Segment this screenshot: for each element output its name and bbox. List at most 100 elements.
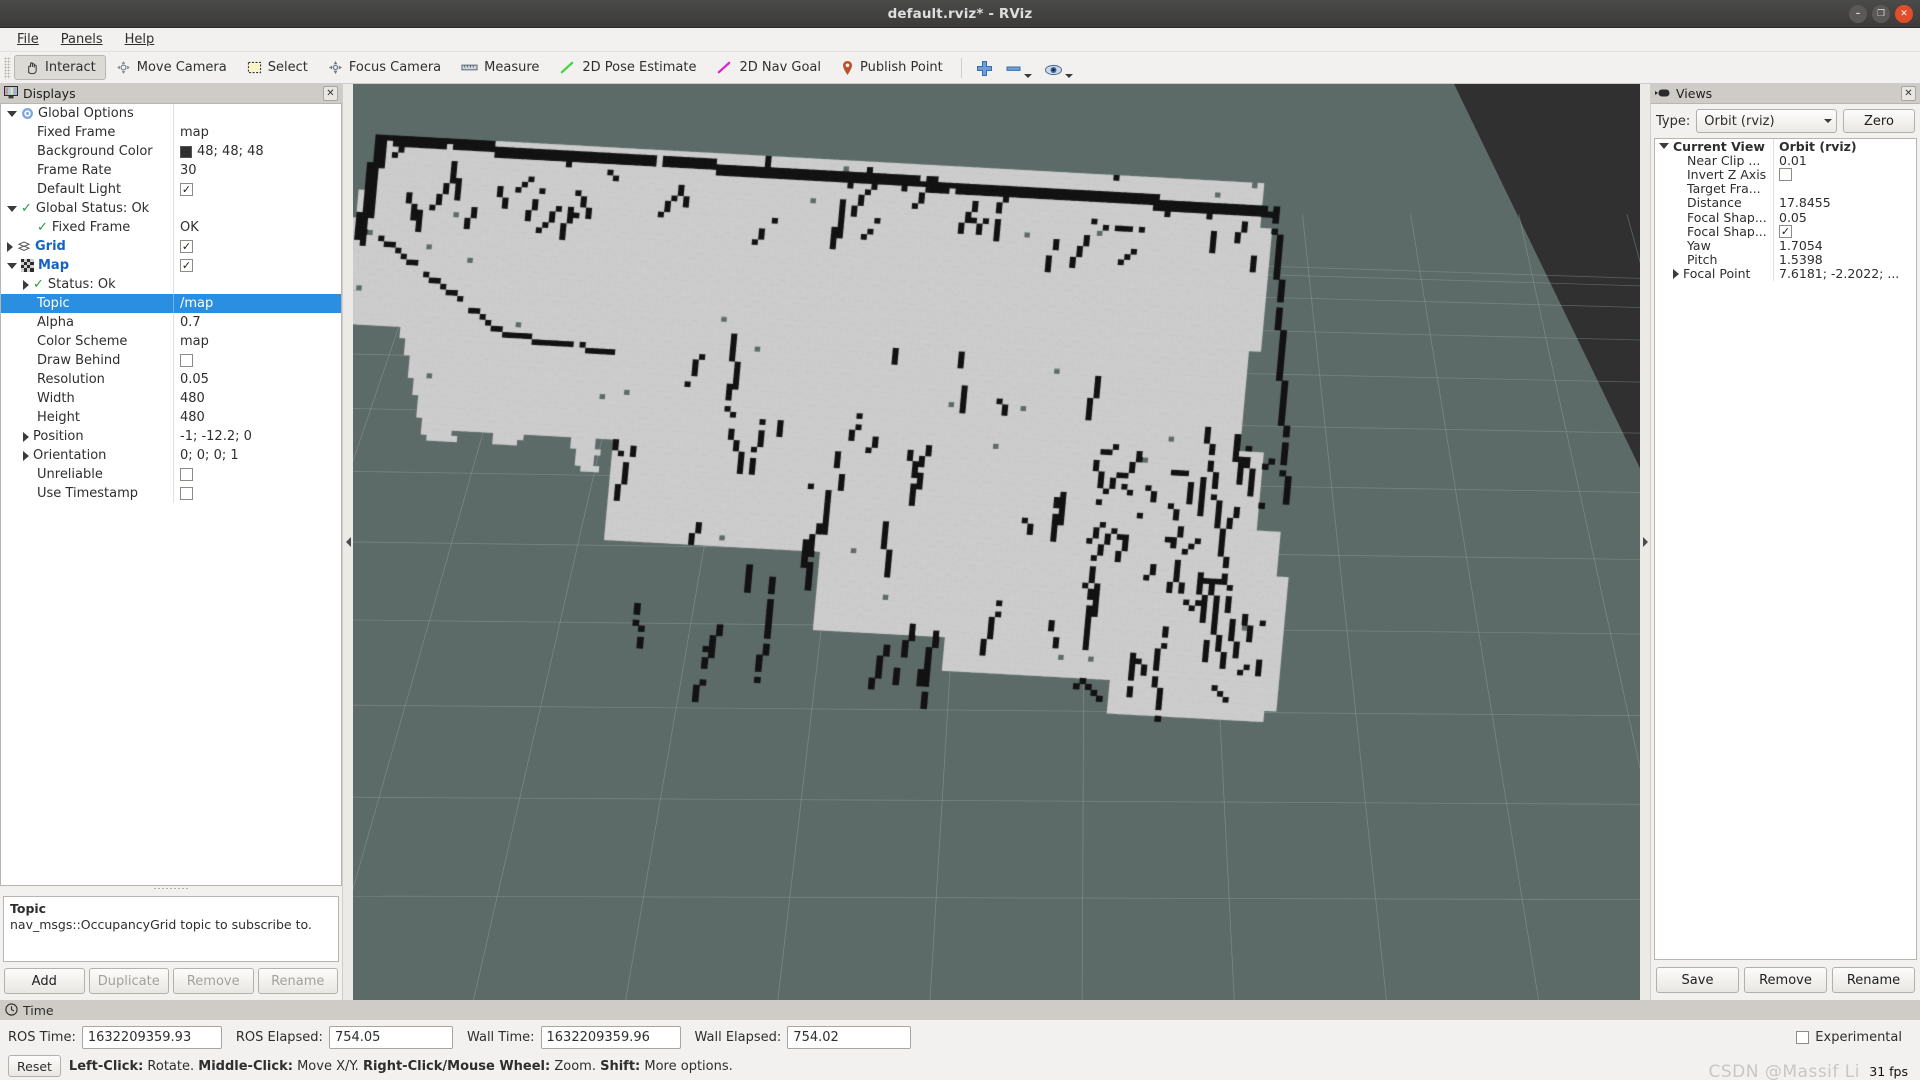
ros-elapsed-input[interactable]: 754.05 [329, 1026, 453, 1049]
zero-button[interactable]: Zero [1843, 109, 1915, 133]
maximize-button[interactable]: ❐ [1872, 5, 1890, 23]
display-row-global-status-ok[interactable]: ✓Global Status: Ok [1, 199, 341, 218]
row-checkbox[interactable] [1779, 168, 1792, 181]
row-value-cell[interactable]: 480 [173, 389, 341, 408]
view-row-focal-point[interactable]: Focal Point7.6181; -2.2022; ... [1655, 267, 1916, 281]
row-value-cell[interactable]: map [173, 123, 341, 142]
display-row-draw-behind[interactable]: Draw Behind [1, 351, 341, 370]
row-value-cell[interactable]: 0.05 [1773, 210, 1916, 224]
row-value-cell[interactable]: 1.5398 [1773, 253, 1916, 267]
view-row-near-clip[interactable]: Near Clip ...0.01 [1655, 153, 1916, 167]
menu-help[interactable]: Help [116, 30, 164, 49]
display-row-fixed-frame[interactable]: Fixed Framemap [1, 123, 341, 142]
collapse-arrow-icon[interactable] [7, 242, 13, 252]
tool-focus-camera[interactable]: Focus Camera [318, 55, 451, 80]
display-row-height[interactable]: Height480 [1, 408, 341, 427]
display-row-unreliable[interactable]: Unreliable [1, 465, 341, 484]
row-value-cell[interactable]: -1; -12.2; 0 [173, 427, 341, 446]
ros-time-input[interactable]: 1632209359.93 [82, 1026, 222, 1049]
row-value-cell[interactable]: 0.7 [173, 313, 341, 332]
row-value-cell[interactable] [173, 104, 341, 123]
row-value-cell[interactable] [1773, 167, 1916, 181]
row-value-cell[interactable] [173, 484, 341, 503]
close-button[interactable]: ✕ [1895, 5, 1913, 23]
row-value-cell[interactable]: OK [173, 218, 341, 237]
minimize-button[interactable]: – [1849, 5, 1867, 23]
display-row-position[interactable]: Position-1; -12.2; 0 [1, 427, 341, 446]
view-row-yaw[interactable]: Yaw1.7054 [1655, 238, 1916, 252]
display-row-resolution[interactable]: Resolution0.05 [1, 370, 341, 389]
displays-splitter[interactable] [0, 886, 342, 891]
displays-panel-close-icon[interactable]: ✕ [323, 86, 338, 101]
display-row-default-light[interactable]: Default Light✓ [1, 180, 341, 199]
row-value-cell[interactable]: 17.8455 [1773, 196, 1916, 210]
tool-move-camera[interactable]: Move Camera [106, 55, 237, 80]
save-view-button[interactable]: Save [1656, 967, 1739, 993]
display-row-color-scheme[interactable]: Color Schememap [1, 332, 341, 351]
display-row-global-options[interactable]: Global Options [1, 104, 341, 123]
view-type-select[interactable]: Orbit (rviz) [1696, 109, 1837, 133]
row-value-cell[interactable] [173, 199, 341, 218]
row-checkbox[interactable] [180, 487, 193, 500]
tool-measure[interactable]: Measure [451, 55, 549, 80]
row-value-cell[interactable]: 7.6181; -2.2022; ... [1773, 267, 1916, 281]
toolbar-grip[interactable] [4, 57, 11, 79]
collapse-arrow-icon[interactable] [23, 280, 29, 290]
collapse-arrow-icon[interactable] [23, 451, 29, 461]
row-value-cell[interactable]: 0.01 [1773, 153, 1916, 167]
right-collapse-handle[interactable] [1640, 84, 1650, 1000]
row-value-cell[interactable]: 1.7054 [1773, 238, 1916, 252]
row-checkbox[interactable]: ✓ [180, 240, 193, 253]
display-row-frame-rate[interactable]: Frame Rate30 [1, 161, 341, 180]
row-value-cell[interactable] [173, 465, 341, 484]
display-row-width[interactable]: Width480 [1, 389, 341, 408]
row-value-cell[interactable]: Orbit (rviz) [1773, 139, 1916, 153]
remove-view-button[interactable]: Remove [1744, 967, 1827, 993]
row-value-cell[interactable]: ✓ [1773, 224, 1916, 238]
menu-file[interactable]: File [8, 30, 48, 49]
display-row-alpha[interactable]: Alpha0.7 [1, 313, 341, 332]
left-collapse-handle[interactable] [343, 84, 353, 1000]
views-panel-close-icon[interactable]: ✕ [1901, 86, 1916, 101]
row-value-cell[interactable] [173, 275, 341, 294]
view-row-invert-z-axis[interactable]: Invert Z Axis [1655, 167, 1916, 181]
display-row-orientation[interactable]: Orientation0; 0; 0; 1 [1, 446, 341, 465]
tool-2d-nav-goal[interactable]: 2D Nav Goal [706, 55, 831, 80]
tool-interact[interactable]: Interact [14, 55, 106, 80]
row-checkbox[interactable] [180, 468, 193, 481]
visibility-caret-icon[interactable] [1065, 74, 1073, 78]
view-row-current-view[interactable]: Current ViewOrbit (rviz) [1655, 139, 1916, 153]
row-value-cell[interactable]: 480 [173, 408, 341, 427]
wall-time-input[interactable]: 1632209359.96 [541, 1026, 681, 1049]
row-value-cell[interactable]: ✓ [173, 256, 341, 275]
expand-arrow-icon[interactable] [7, 206, 17, 212]
expand-arrow-icon[interactable] [7, 111, 17, 117]
display-row-use-timestamp[interactable]: Use Timestamp [1, 484, 341, 503]
row-checkbox[interactable] [180, 354, 193, 367]
row-value-cell[interactable]: 48; 48; 48 [173, 142, 341, 161]
view-row-distance[interactable]: Distance17.8455 [1655, 196, 1916, 210]
row-value-cell[interactable]: 30 [173, 161, 341, 180]
views-tree[interactable]: Current ViewOrbit (rviz)Near Clip ...0.0… [1654, 138, 1917, 960]
add-tool-button[interactable] [970, 55, 999, 81]
tool-2d-pose-estimate[interactable]: 2D Pose Estimate [549, 55, 706, 80]
row-checkbox[interactable]: ✓ [180, 183, 193, 196]
expand-arrow-icon[interactable] [7, 263, 17, 269]
row-value-cell[interactable] [173, 351, 341, 370]
display-row-fixed-frame[interactable]: ✓Fixed FrameOK [1, 218, 341, 237]
view-row-focal-shap[interactable]: Focal Shap...✓ [1655, 224, 1916, 238]
reset-button[interactable]: Reset [8, 1055, 61, 1077]
display-row-topic[interactable]: Topic/map [1, 294, 341, 313]
display-row-background-color[interactable]: Background Color48; 48; 48 [1, 142, 341, 161]
tool-publish-point[interactable]: Publish Point [831, 55, 953, 80]
display-row-status-ok[interactable]: ✓Status: Ok [1, 275, 341, 294]
view-row-target-fra[interactable]: Target Fra... [1655, 182, 1916, 196]
collapse-arrow-icon[interactable] [23, 432, 29, 442]
add-button[interactable]: Add [4, 968, 85, 994]
wall-elapsed-input[interactable]: 754.02 [787, 1026, 911, 1049]
row-value-cell[interactable]: 0; 0; 0; 1 [173, 446, 341, 465]
row-value-cell[interactable]: ✓ [173, 180, 341, 199]
visibility-button[interactable] [1038, 55, 1079, 81]
view-row-pitch[interactable]: Pitch1.5398 [1655, 253, 1916, 267]
render-viewport-3d[interactable] [353, 84, 1640, 1000]
